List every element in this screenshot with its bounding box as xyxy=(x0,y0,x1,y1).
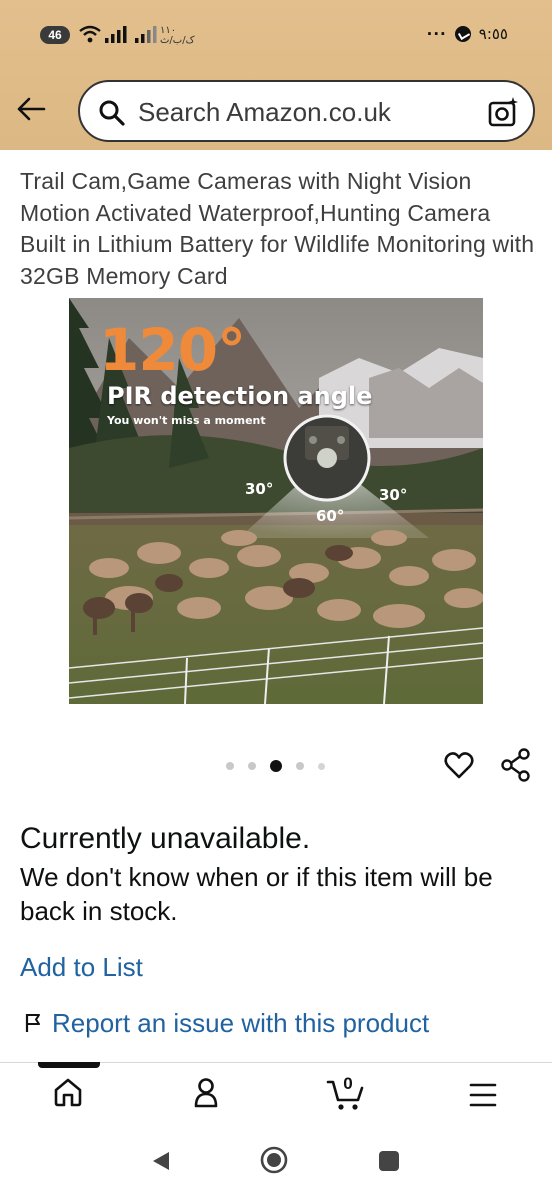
system-back-icon[interactable] xyxy=(150,1150,172,1172)
image-carousel-dots[interactable] xyxy=(226,760,325,772)
camera-search-icon[interactable] xyxy=(487,96,519,128)
heart-icon[interactable] xyxy=(444,750,474,780)
status-bar: 46 ١١٠ ک/ب/ث ··· ٩:٥٥ xyxy=(0,0,552,70)
cart-count-badge: 0 xyxy=(343,1074,353,1093)
status-overflow: ··· xyxy=(426,25,447,43)
carousel-dot-active[interactable] xyxy=(270,760,282,772)
carousel-dot[interactable] xyxy=(318,762,325,770)
product-page: 46 ١١٠ ک/ب/ث ··· ٩:٥٥ Search Amazon.co.u… xyxy=(0,0,552,1195)
search-input[interactable] xyxy=(138,96,458,128)
image-headline: 120° xyxy=(99,316,246,384)
report-issue-link[interactable]: Report an issue with this product xyxy=(52,1008,429,1039)
carrier-label: ١١٠ ک/ب/ث xyxy=(160,25,195,46)
search-bar[interactable] xyxy=(78,80,535,142)
availability-status: Currently unavailable. xyxy=(20,822,311,855)
carousel-dot[interactable] xyxy=(248,762,256,770)
flag-icon xyxy=(25,1014,40,1032)
search-icon xyxy=(99,100,125,126)
system-home-icon[interactable] xyxy=(259,1145,289,1175)
message-icon xyxy=(454,26,471,42)
carousel-dot[interactable] xyxy=(296,762,304,770)
carousel-dot[interactable] xyxy=(226,762,234,770)
home-icon[interactable] xyxy=(52,1076,84,1108)
image-tagline: You won't miss a moment xyxy=(107,414,266,427)
wifi-icon xyxy=(79,25,101,43)
network-badge: 46 xyxy=(40,26,70,44)
status-time: ٩:٥٥ xyxy=(478,25,508,43)
angle-right-label: 30° xyxy=(379,486,408,504)
availability-description: We don't know when or if this item will … xyxy=(20,862,493,926)
app-header: 46 ١١٠ ک/ب/ث ··· ٩:٥٥ Search Amazon.co.u… xyxy=(0,0,552,150)
angle-left-label: 30° xyxy=(245,480,274,498)
angle-center-label: 60° xyxy=(316,507,345,525)
nav-active-indicator xyxy=(38,1062,100,1068)
product-title: Trail Cam,Game Cameras with Night Vision… xyxy=(20,168,535,289)
signal-icon-secondary xyxy=(135,26,157,43)
system-recents-icon[interactable] xyxy=(378,1150,400,1172)
back-arrow-icon[interactable] xyxy=(14,92,48,126)
signal-icon xyxy=(105,26,127,43)
status-right: ··· ٩:٥٥ xyxy=(427,25,508,43)
product-image[interactable]: 120° PIR detection angle You won't miss … xyxy=(69,298,483,704)
image-subheadline: PIR detection angle xyxy=(107,382,373,410)
share-icon[interactable] xyxy=(500,748,532,782)
account-icon[interactable] xyxy=(190,1076,222,1110)
add-to-list-link[interactable]: Add to List xyxy=(20,952,143,983)
menu-icon[interactable] xyxy=(468,1082,498,1108)
